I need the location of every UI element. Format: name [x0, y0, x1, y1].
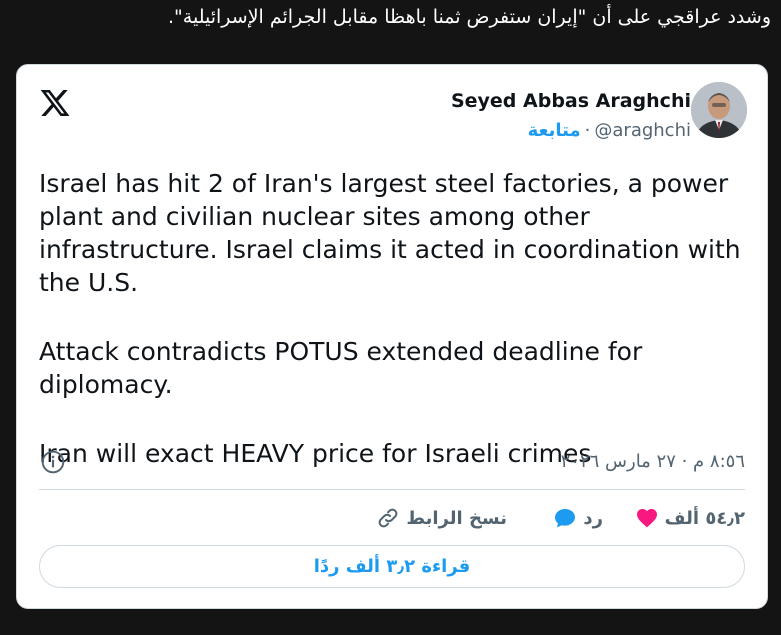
divider [39, 489, 745, 490]
link-icon [378, 508, 398, 528]
reply-label: رد [583, 507, 603, 529]
avatar[interactable] [691, 82, 747, 138]
tweet-body: Israel has hit 2 of Iran's largest steel… [39, 167, 751, 470]
separator-dot: · [584, 120, 591, 141]
heart-icon [636, 509, 657, 528]
tweet-paragraph: Israel has hit 2 of Iran's largest steel… [39, 169, 741, 297]
tweet-embed-card[interactable]: Seyed Abbas Araghchi متابعة · @araghchi Is… [16, 64, 768, 609]
author-subline: متابعة · @araghchi [451, 120, 691, 142]
like-count: ٥٤٫٢ ألف [664, 507, 745, 529]
action-bar: ٥٤٫٢ ألف رد نسخ الرابط [17, 502, 767, 534]
author-name[interactable]: Seyed Abbas Araghchi [451, 89, 691, 113]
author-handle[interactable]: @araghchi [594, 120, 691, 141]
copy-link-label: نسخ الرابط [406, 507, 507, 529]
follow-button[interactable]: متابعة [528, 120, 581, 141]
info-icon[interactable] [40, 449, 66, 475]
reply-button[interactable]: رد [553, 502, 603, 534]
tweet-paragraph: Attack contradicts POTUS extended deadli… [39, 337, 643, 399]
x-logo-icon[interactable] [39, 87, 71, 119]
author-block: Seyed Abbas Araghchi متابعة · @araghchi [451, 89, 691, 142]
like-button[interactable]: ٥٤٫٢ ألف [635, 502, 745, 534]
speech-bubble-icon [555, 509, 576, 528]
read-replies-button[interactable]: قراءة ٣٫٢ ألف ردًا [39, 545, 745, 588]
tweet-timestamp[interactable]: ٨:٥٦ م · ٢٧ مارس ٢٠٢٦ [561, 451, 745, 472]
copy-link-button[interactable]: نسخ الرابط [376, 502, 507, 534]
article-text: وشدد عراقجي على أن "إيران ستفرض ثمنا باه… [168, 6, 771, 28]
avatar-portrait-icon [691, 82, 747, 138]
